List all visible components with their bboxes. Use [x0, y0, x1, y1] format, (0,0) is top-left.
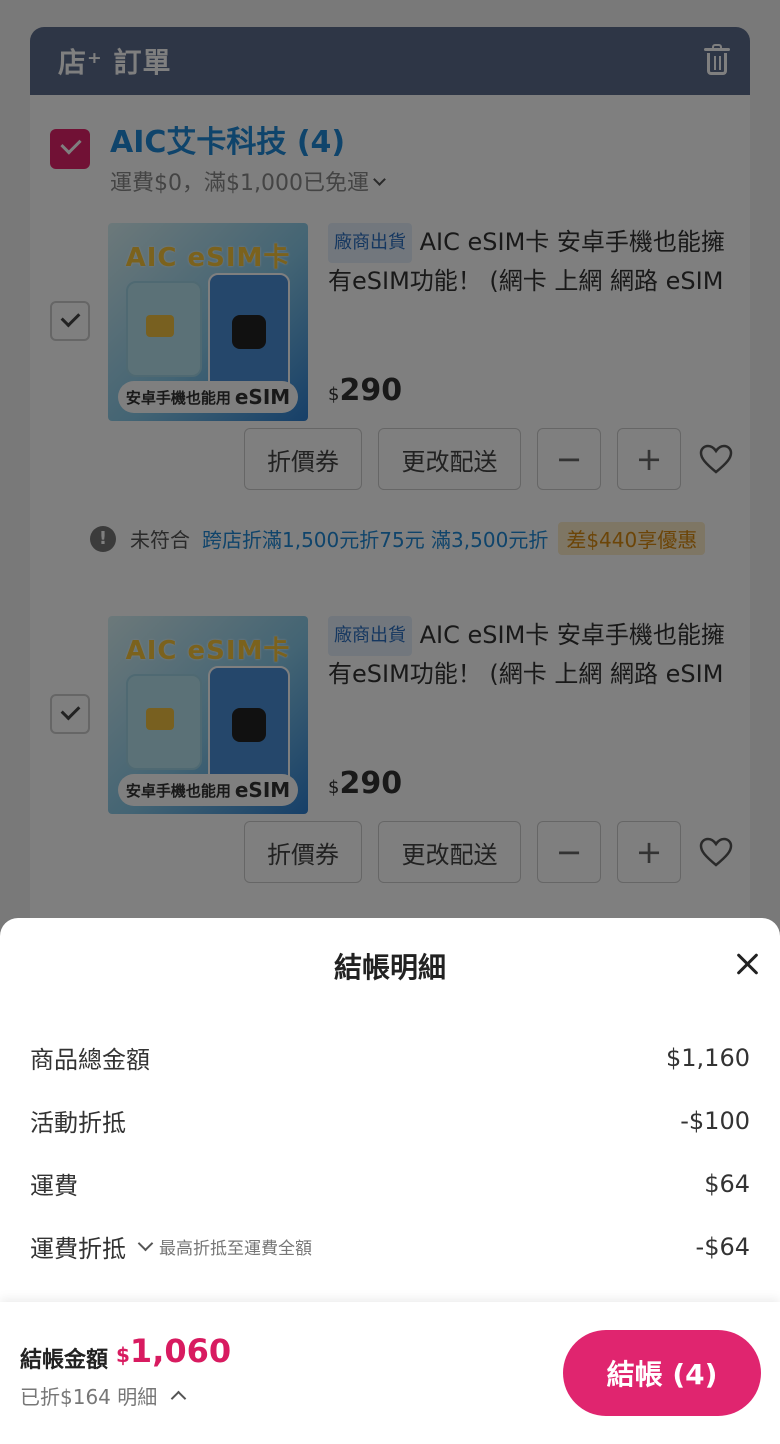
- subtotal-row: 商品總金額 $1,160: [30, 1040, 750, 1075]
- checkout-button[interactable]: 結帳 (4): [563, 1330, 761, 1416]
- subtotal-value: $1,160: [666, 1043, 750, 1072]
- chevron-down-icon[interactable]: [137, 1235, 154, 1252]
- promo-discount-value: -$100: [680, 1106, 750, 1135]
- total-amount: $1,060: [116, 1332, 232, 1370]
- checkout-footer: 結帳金額 $1,060 已折$164 明細 結帳 (4): [0, 1302, 780, 1444]
- promo-discount-row: 活動折抵 -$100: [30, 1103, 750, 1138]
- total-label: 結帳金額: [20, 1348, 109, 1373]
- shipping-discount-row: 運費折抵 最高折抵至運費全額 -$64: [30, 1229, 750, 1264]
- shipping-discount-value: -$64: [695, 1232, 750, 1261]
- shipping-discount-label: 運費折抵: [30, 1235, 126, 1263]
- subtotal-label: 商品總金額: [30, 1046, 150, 1074]
- chevron-up-icon: [170, 1390, 187, 1407]
- shipping-row: 運費 $64: [30, 1166, 750, 1201]
- promo-discount-label: 活動折抵: [30, 1109, 126, 1137]
- sheet-title: 結帳明細: [333, 951, 446, 984]
- close-icon[interactable]: [736, 952, 760, 976]
- shipping-value: $64: [704, 1169, 750, 1198]
- discount-details-toggle[interactable]: 已折$164 明細: [20, 1381, 187, 1410]
- shipping-discount-note: 最高折抵至運費全額: [159, 1239, 312, 1259]
- shipping-label: 運費: [30, 1172, 78, 1200]
